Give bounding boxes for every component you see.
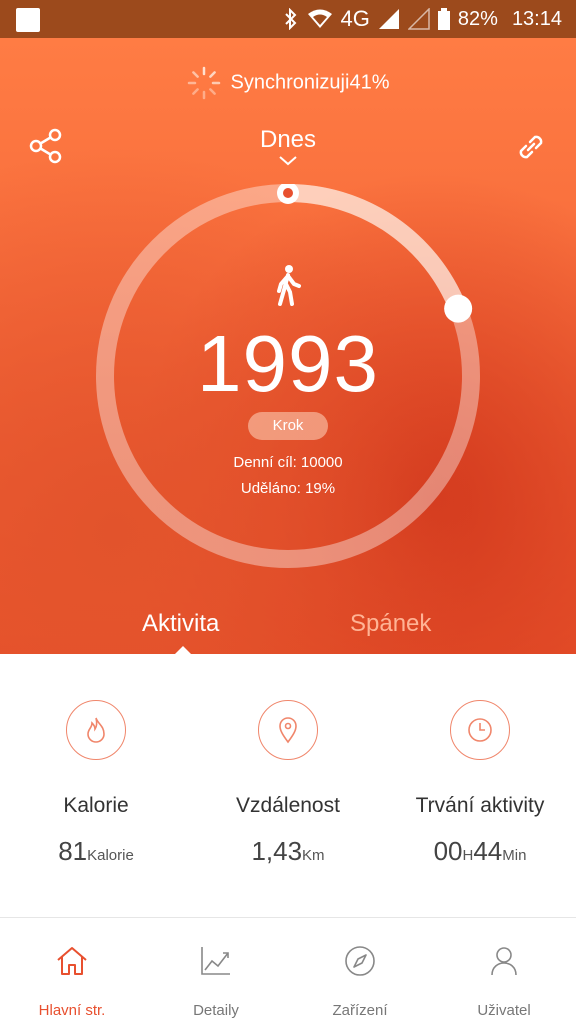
chart-icon bbox=[201, 947, 230, 975]
nav-home-label: Hlavní str. bbox=[38, 1002, 106, 1019]
calories-unit: Kalorie bbox=[87, 847, 134, 864]
tab-activity[interactable]: Aktivita bbox=[142, 610, 219, 638]
clock-icon bbox=[450, 700, 510, 760]
nav-home[interactable]: Hlavní str. bbox=[0, 918, 144, 1024]
tab-sleep[interactable]: Spánek bbox=[350, 610, 431, 638]
duration-minutes-unit: Min bbox=[502, 847, 527, 864]
nav-user[interactable]: Uživatel bbox=[432, 918, 576, 1024]
status-bar: 4G 82% 13:14 bbox=[0, 0, 576, 38]
goal-progress: Uděláno: 19% bbox=[240, 480, 336, 497]
nav-details-label: Detaily bbox=[193, 1002, 239, 1019]
duration-hours: 00 bbox=[433, 836, 463, 866]
stat-calories: Kalorie 81Kalorie bbox=[0, 700, 192, 867]
wifi-icon bbox=[307, 9, 332, 28]
nav-user-label: Uživatel bbox=[477, 1002, 531, 1019]
flame-icon bbox=[66, 700, 126, 760]
sync-text: Synchronizuji41% bbox=[230, 71, 390, 94]
date-selector[interactable]: Dnes bbox=[0, 126, 576, 166]
battery-icon bbox=[437, 8, 450, 30]
active-tab-pointer bbox=[174, 646, 192, 654]
distance-label: Vzdálenost bbox=[236, 794, 340, 817]
nav-details[interactable]: Detaily bbox=[144, 918, 288, 1024]
daily-goal: Denní cíl: 10000 bbox=[233, 454, 343, 471]
stat-distance: Vzdálenost 1,43Km bbox=[192, 700, 384, 867]
sync-spinner-icon bbox=[187, 66, 220, 100]
battery-percent: 82% bbox=[457, 7, 498, 30]
steps-unit-badge: Krok bbox=[248, 412, 328, 440]
link-icon[interactable] bbox=[514, 130, 548, 164]
signal-empty-icon bbox=[407, 8, 430, 30]
signal-icon bbox=[378, 9, 399, 29]
date-label: Dnes bbox=[259, 126, 317, 153]
bluetooth-icon bbox=[284, 8, 296, 30]
location-pin-icon bbox=[258, 700, 318, 760]
home-icon bbox=[57, 947, 87, 975]
calories-value: 81 bbox=[58, 836, 88, 866]
chevron-down-icon bbox=[279, 156, 297, 166]
walking-icon bbox=[277, 265, 301, 306]
calories-label: Kalorie bbox=[63, 794, 129, 817]
notification-icon bbox=[16, 8, 40, 32]
ring-start-dot bbox=[283, 188, 293, 198]
activity-hero: Synchronizuji41% Dnes 1993 Krok Denní cí… bbox=[0, 38, 576, 654]
stat-duration: Trvání aktivity 00H44Min bbox=[384, 700, 576, 867]
nav-device[interactable]: Zařízení bbox=[288, 918, 432, 1024]
distance-unit: Km bbox=[302, 847, 325, 864]
duration-label: Trvání aktivity bbox=[415, 794, 545, 817]
clock-time: 13:14 bbox=[511, 7, 562, 30]
steps-count: 1993 bbox=[197, 319, 379, 408]
user-icon bbox=[491, 947, 517, 976]
bottom-nav: Hlavní str. Detaily Zařízení Uživatel bbox=[0, 918, 576, 1024]
nav-device-label: Zařízení bbox=[332, 1002, 388, 1019]
duration-minutes: 44 bbox=[473, 836, 503, 866]
compass-icon bbox=[345, 946, 375, 976]
sync-status: Synchronizuji41% bbox=[0, 66, 576, 100]
duration-hours-unit: H bbox=[462, 847, 474, 864]
distance-value: 1,43 bbox=[251, 836, 303, 866]
ring-progress-arc bbox=[287, 184, 467, 312]
network-type: 4G bbox=[340, 6, 370, 31]
